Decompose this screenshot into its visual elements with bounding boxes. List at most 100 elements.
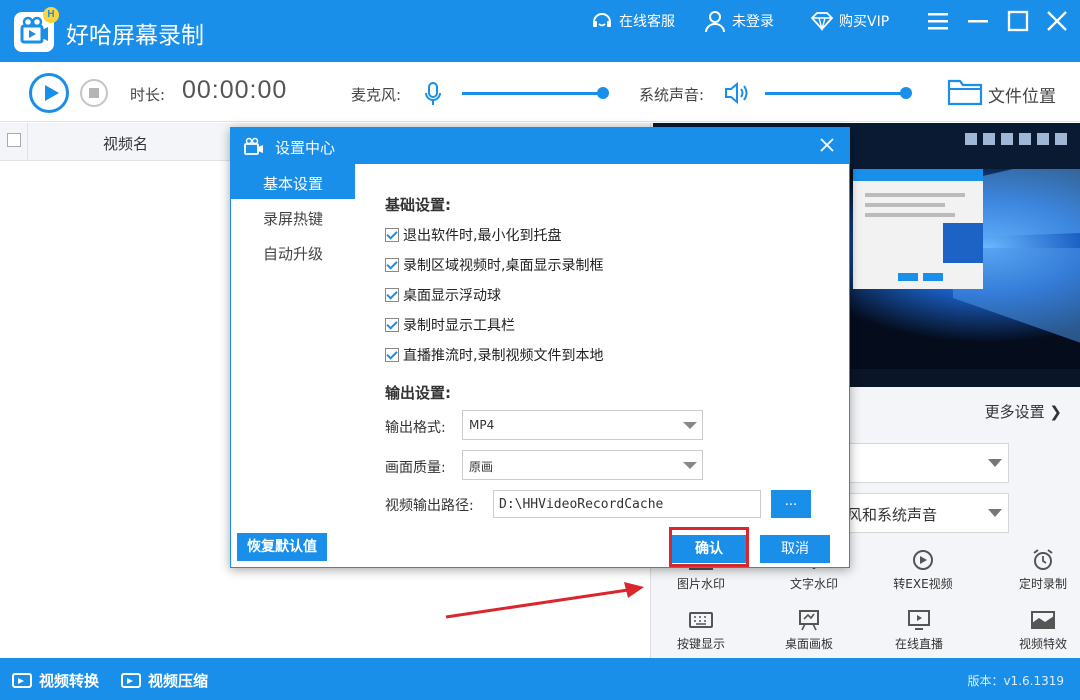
record-play-button[interactable]: [29, 73, 69, 113]
checkbox-label: 直播推流时,录制视频文件到本地: [403, 348, 604, 364]
title-bar: H 好哈屏幕录制 在线客服 未登录 购买VIP: [0, 0, 1080, 62]
easel-icon: [799, 610, 819, 631]
checkbox-checked[interactable]: [385, 258, 399, 272]
status-bar: 视频转换 视频压缩 版本：v1.6.1319: [0, 658, 1080, 700]
tool-convert-exe[interactable]: 转EXE视频: [873, 549, 973, 592]
tool-label: 按键显示: [676, 637, 725, 651]
quality-label: 画面质量:: [385, 460, 446, 476]
checkbox-label: 录制区域视频时,桌面显示录制框: [403, 258, 604, 274]
sidebar-item-auto-update[interactable]: 自动升级: [231, 234, 359, 269]
record-stop-button[interactable]: [80, 79, 108, 107]
output-path-input[interactable]: [493, 490, 761, 518]
settings-dialog: 设置中心 基本设置 录屏热键 自动升级 基础设置: 退出软件时,最小化到托盘 录…: [230, 127, 850, 568]
video-convert-label: 视频转换: [39, 672, 100, 690]
online-service-button[interactable]: 在线客服: [590, 8, 675, 34]
format-label: 输出格式:: [385, 420, 446, 436]
quality-value: 原画: [469, 460, 494, 474]
recording-mode-select[interactable]: [846, 443, 1009, 483]
checkbox-label: 录制时显示工具栏: [403, 318, 515, 334]
checkbox-row-minimize-tray[interactable]: 退出软件时,最小化到托盘: [385, 225, 561, 245]
select-all-checkbox[interactable]: [7, 133, 21, 147]
login-button[interactable]: 未登录: [703, 8, 774, 34]
convert-icon: [913, 550, 933, 570]
system-volume-knob[interactable]: [900, 87, 912, 99]
headset-icon: [593, 13, 611, 27]
buy-vip-label: 购买VIP: [839, 14, 890, 30]
chevron-down-icon: [683, 422, 697, 429]
tool-key-display[interactable]: 按键显示: [651, 609, 751, 652]
app-title: 好哈屏幕录制: [66, 23, 204, 49]
user-icon: [705, 11, 725, 33]
speaker-icon[interactable]: [724, 81, 750, 105]
cancel-button[interactable]: 取消: [760, 535, 830, 563]
chevron-down-icon: [683, 462, 697, 469]
keyboard-icon: [689, 612, 713, 628]
tool-label: 视频特效: [1018, 637, 1067, 651]
tool-desktop-drawing[interactable]: 桌面画板: [759, 609, 859, 652]
mic-volume-slider[interactable]: [462, 92, 602, 95]
close-icon[interactable]: [819, 137, 835, 153]
system-volume-slider[interactable]: [765, 92, 905, 95]
tool-label: 定时录制: [1018, 577, 1067, 591]
buy-vip-button[interactable]: 购买VIP: [810, 8, 889, 34]
confirm-button[interactable]: 确认: [672, 535, 746, 563]
sidebar-item-hotkeys[interactable]: 录屏热键: [231, 199, 359, 234]
checkbox-row-show-toolbar[interactable]: 录制时显示工具栏: [385, 315, 515, 335]
tool-scheduled-record[interactable]: 定时录制: [993, 549, 1080, 592]
folder-icon[interactable]: [947, 76, 983, 106]
tool-label: 文字水印: [789, 577, 838, 591]
video-camera-icon: [12, 673, 32, 688]
quality-select[interactable]: 原画: [462, 450, 703, 480]
video-compress-button[interactable]: 视频压缩: [121, 670, 208, 691]
checkbox-checked[interactable]: [385, 348, 399, 362]
chevron-down-icon: [988, 459, 1002, 467]
settings-sidebar: 基本设置 录屏热键 自动升级: [231, 164, 359, 269]
checkbox-row-show-record-frame[interactable]: 录制区域视频时,桌面显示录制框: [385, 255, 603, 275]
file-location-button[interactable]: 文件位置: [988, 82, 1056, 107]
checkbox-checked[interactable]: [385, 228, 399, 242]
browse-button[interactable]: ...: [771, 490, 811, 518]
more-settings-label: 更多设置: [984, 403, 1045, 421]
dialog-title-bar: 设置中心: [231, 128, 849, 164]
checkbox-row-floating-ball[interactable]: 桌面显示浮动球: [385, 285, 501, 305]
checkbox-checked[interactable]: [385, 288, 399, 302]
checkbox-label: 桌面显示浮动球: [403, 288, 501, 304]
dialog-title: 设置中心: [275, 139, 336, 157]
close-icon[interactable]: [1045, 10, 1069, 32]
microphone-icon[interactable]: [425, 82, 441, 106]
video-convert-button[interactable]: 视频转换: [12, 670, 99, 691]
login-label: 未登录: [732, 14, 774, 30]
settings-content: 基础设置: 退出软件时,最小化到托盘 录制区域视频时,桌面显示录制框 桌面显示浮…: [384, 164, 844, 564]
alarm-clock-icon: [1033, 549, 1053, 570]
mic-label: 麦克风:: [351, 86, 402, 104]
checkbox-row-stream-save-local[interactable]: 直播推流时,录制视频文件到本地: [385, 345, 603, 365]
restore-default-button[interactable]: 恢复默认值: [237, 533, 327, 561]
maximize-icon[interactable]: [1006, 10, 1030, 32]
checkbox-label: 退出软件时,最小化到托盘: [403, 228, 562, 244]
tool-live-stream[interactable]: 在线直播: [869, 609, 969, 652]
tool-label: 图片水印: [676, 577, 725, 591]
app-logo: H: [14, 7, 59, 52]
system-sound-label: 系统声音:: [639, 86, 705, 104]
minimize-icon[interactable]: [966, 10, 990, 32]
mic-volume-knob[interactable]: [597, 87, 609, 99]
live-monitor-icon: [908, 610, 930, 630]
audio-source-select[interactable]: 风和系统声音: [846, 493, 1009, 533]
sidebar-item-basic-settings[interactable]: 基本设置: [231, 164, 355, 199]
online-service-label: 在线客服: [619, 14, 675, 30]
more-settings-link[interactable]: 更多设置 ❯: [985, 401, 1062, 422]
audio-source-value: 风和系统声音: [847, 506, 938, 524]
effects-icon: [1031, 611, 1055, 629]
menu-icon[interactable]: [926, 10, 950, 32]
logo-badge: H: [43, 7, 59, 23]
output-path-label: 视频输出路径:: [385, 498, 474, 514]
camera-settings-icon: [244, 137, 263, 155]
tool-label: 转EXE视频: [893, 577, 953, 591]
checkbox-checked[interactable]: [385, 318, 399, 332]
video-camera-icon: [121, 673, 141, 688]
format-select[interactable]: MP4: [462, 410, 703, 440]
duration-label: 时长:: [130, 86, 166, 104]
format-value: MP4: [469, 418, 495, 432]
tool-video-effects[interactable]: 视频特效: [993, 609, 1080, 652]
chevron-right-icon: ❯: [1049, 403, 1062, 421]
